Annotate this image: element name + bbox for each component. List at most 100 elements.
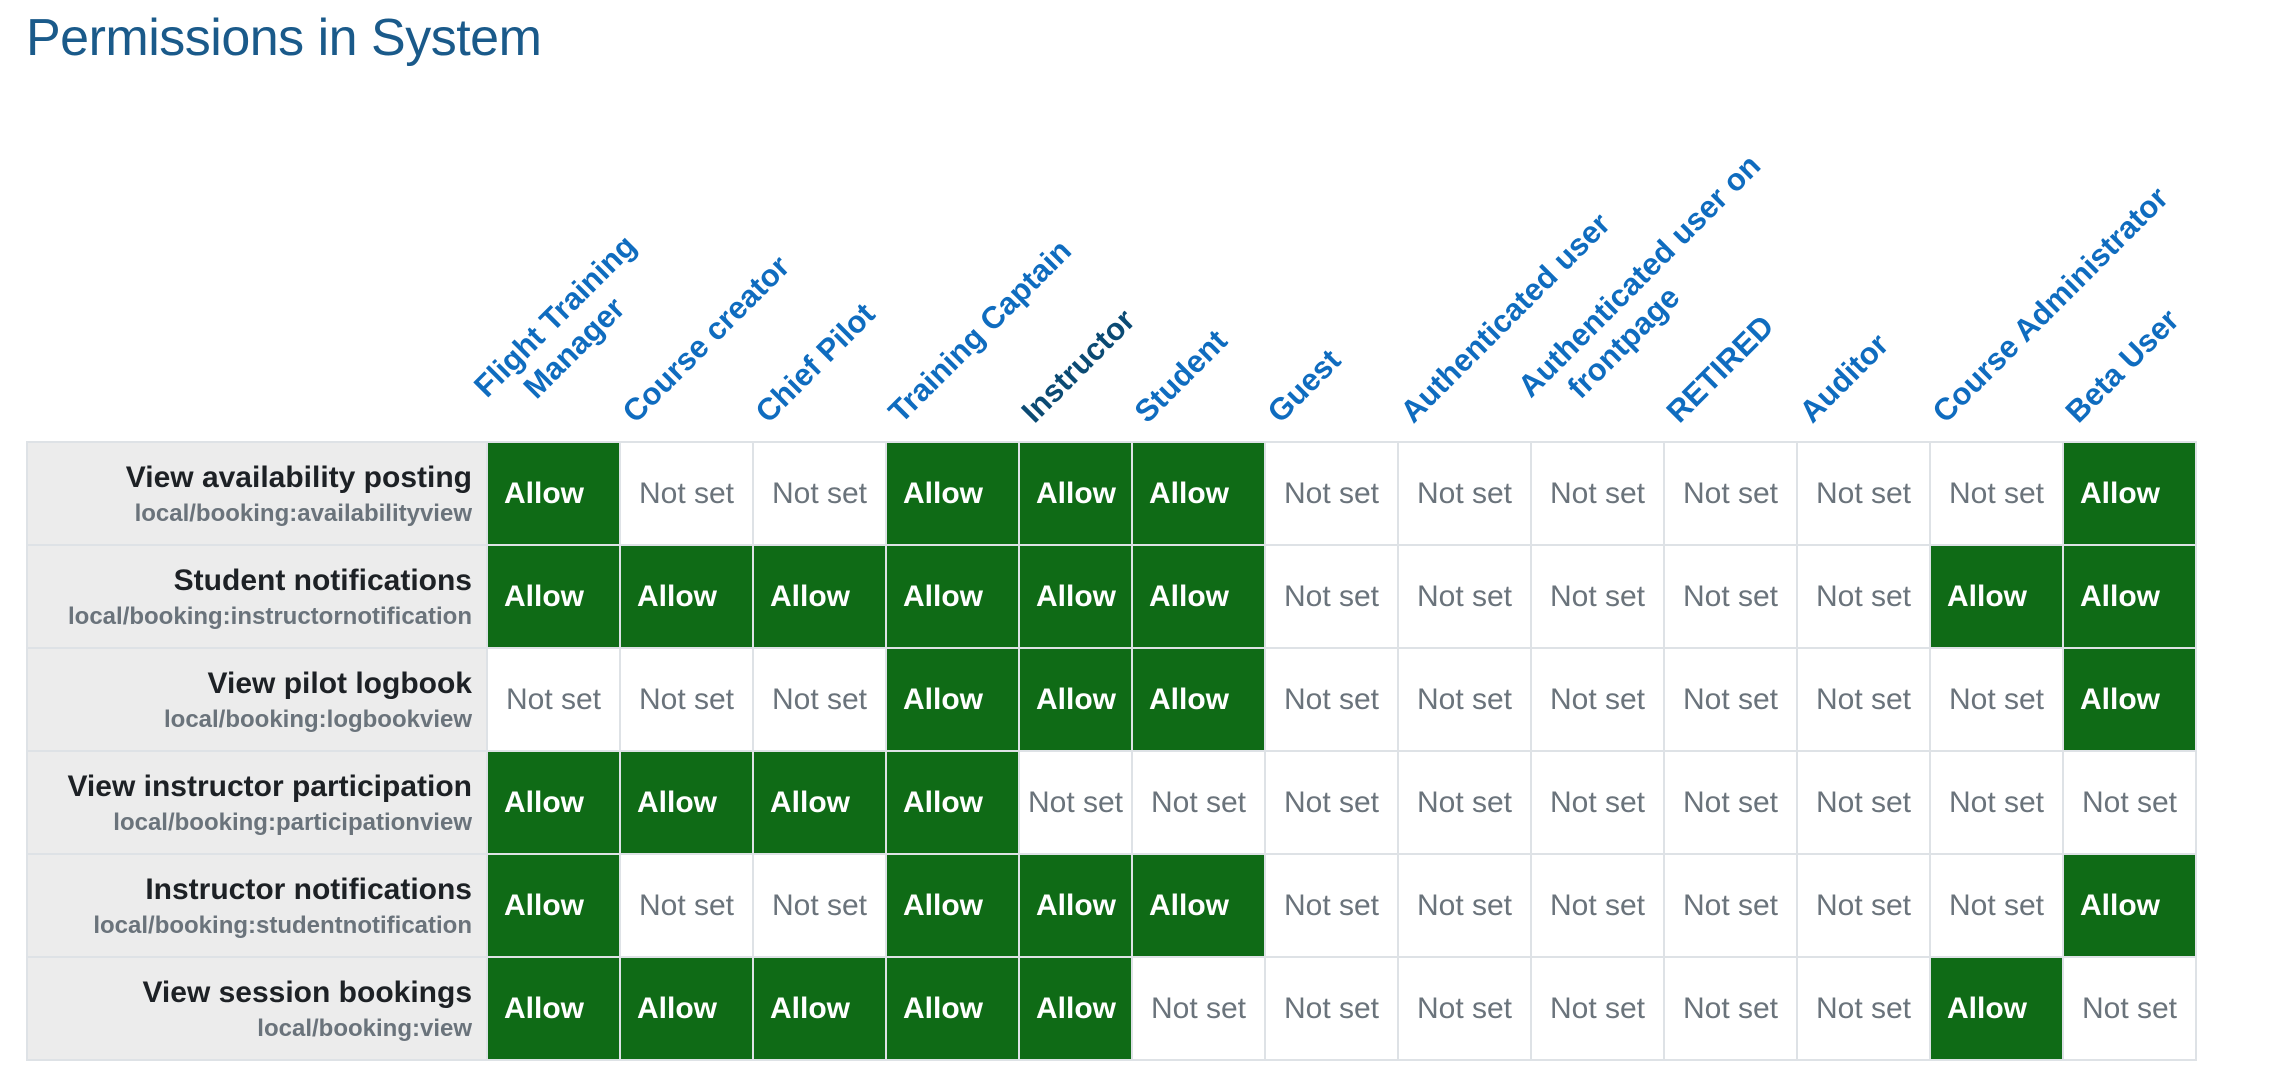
capability-name: View pilot logbook: [207, 666, 472, 700]
permission-notset-cell: Not set: [1929, 441, 2064, 546]
permission-notset-cell: Not set: [1796, 441, 1931, 546]
permission-notset-cell: Not set: [1796, 853, 1931, 958]
permission-notset-cell: Not set: [1663, 853, 1798, 958]
role-header-link[interactable]: Course Administrator: [1926, 180, 2176, 430]
permission-notset-cell: Not set: [486, 647, 621, 752]
permission-allow-cell: Allow: [1131, 544, 1266, 649]
capability-id: local/booking:instructornotification: [68, 602, 472, 630]
permission-allow-cell: Allow: [1131, 441, 1266, 546]
permission-notset-cell: Not set: [619, 853, 754, 958]
capability-id: local/booking:view: [257, 1014, 472, 1042]
permission-notset-cell: Not set: [1530, 956, 1665, 1061]
permission-allow-cell: Allow: [486, 853, 621, 958]
capability-id: local/booking:availabilityview: [134, 499, 472, 527]
permission-notset-cell: Not set: [1663, 544, 1798, 649]
permissions-table: View availability posting local/booking:a…: [26, 441, 2197, 1061]
permission-notset-cell: Not set: [1264, 441, 1399, 546]
permission-notset-cell: Not set: [1530, 647, 1665, 752]
permission-allow-cell: Allow: [486, 956, 621, 1061]
permission-notset-cell: Not set: [1929, 853, 2064, 958]
permission-notset-cell: Not set: [752, 441, 887, 546]
role-header-label: Beta User: [2058, 302, 2186, 430]
permission-allow-cell: Allow: [1018, 441, 1133, 546]
permission-allow-cell: Allow: [885, 750, 1020, 855]
permission-notset-cell: Not set: [2062, 956, 2197, 1061]
capability-row: View availability posting local/booking:a…: [26, 441, 2197, 546]
permission-notset-cell: Not set: [1796, 956, 1931, 1061]
permission-notset-cell: Not set: [1264, 750, 1399, 855]
permission-notset-cell: Not set: [1264, 544, 1399, 649]
permission-allow-cell: Allow: [1929, 956, 2064, 1061]
permission-allow-cell: Allow: [885, 544, 1020, 649]
permission-notset-cell: Not set: [1397, 544, 1532, 649]
role-header-link[interactable]: Chief Pilot: [749, 296, 883, 430]
capability-id: local/booking:logbookview: [163, 705, 472, 733]
capability-row: View pilot logbook local/booking:logbookv…: [26, 647, 2197, 752]
permission-notset-cell: Not set: [1131, 750, 1266, 855]
capability-cell: Instructor notifications local/booking:st…: [26, 853, 488, 958]
role-header-label: Auditor: [1792, 326, 1896, 430]
permission-allow-cell: Allow: [619, 544, 754, 649]
permission-notset-cell: Not set: [1018, 750, 1133, 855]
role-header-label-line2: frontpage: [1560, 279, 1687, 406]
role-header-label: Instructor: [1014, 302, 1142, 430]
page-title: Permissions in System: [26, 9, 542, 67]
permission-allow-cell: Allow: [2062, 647, 2197, 752]
permission-allow-cell: Allow: [2062, 853, 2197, 958]
permission-notset-cell: Not set: [1530, 750, 1665, 855]
capability-row: Instructor notifications local/booking:st…: [26, 853, 2197, 958]
capability-id: local/booking:studentnotification: [93, 911, 472, 939]
role-header-label: Course Administrator: [1925, 180, 2175, 430]
role-header-link[interactable]: Instructor: [1015, 302, 1143, 430]
permission-notset-cell: Not set: [1397, 750, 1532, 855]
capability-name: View availability posting: [125, 460, 472, 494]
permission-notset-cell: Not set: [1796, 647, 1931, 752]
role-header-label: Student: [1127, 322, 1234, 430]
permission-allow-cell: Allow: [885, 956, 1020, 1061]
permission-notset-cell: Not set: [1663, 750, 1798, 855]
permission-notset-cell: Not set: [1530, 441, 1665, 546]
capability-id: local/booking:participationview: [113, 808, 472, 836]
capability-name: View session bookings: [142, 975, 472, 1009]
permission-allow-cell: Allow: [752, 750, 887, 855]
permission-allow-cell: Allow: [619, 750, 754, 855]
permission-notset-cell: Not set: [619, 441, 754, 546]
permission-notset-cell: Not set: [1929, 647, 2064, 752]
permission-allow-cell: Allow: [752, 956, 887, 1061]
role-header-link[interactable]: Beta User: [2059, 302, 2187, 430]
capability-row: View session bookings local/booking:view A…: [26, 956, 2197, 1061]
permission-notset-cell: Not set: [619, 647, 754, 752]
permission-allow-cell: Allow: [1018, 956, 1133, 1061]
capability-cell: View pilot logbook local/booking:logbookv…: [26, 647, 488, 752]
permission-notset-cell: Not set: [1929, 750, 2064, 855]
capability-cell: View instructor participation local/booki…: [26, 750, 488, 855]
role-header-link[interactable]: Guest: [1261, 342, 1349, 430]
permission-allow-cell: Allow: [1131, 647, 1266, 752]
permission-allow-cell: Allow: [1929, 544, 2064, 649]
permission-allow-cell: Allow: [486, 750, 621, 855]
permission-notset-cell: Not set: [1530, 544, 1665, 649]
permission-notset-cell: Not set: [1131, 956, 1266, 1061]
capability-name: Student notifications: [173, 563, 472, 597]
role-header-link[interactable]: RETIRED: [1660, 308, 1782, 430]
permission-notset-cell: Not set: [752, 647, 887, 752]
permission-notset-cell: Not set: [2062, 750, 2197, 855]
permission-allow-cell: Allow: [885, 853, 1020, 958]
role-header-label: RETIRED: [1659, 308, 1781, 430]
permission-notset-cell: Not set: [1663, 647, 1798, 752]
permission-notset-cell: Not set: [1264, 956, 1399, 1061]
capability-cell: Student notifications local/booking:instr…: [26, 544, 488, 649]
permission-notset-cell: Not set: [1397, 441, 1532, 546]
permission-notset-cell: Not set: [1264, 853, 1399, 958]
permission-allow-cell: Allow: [486, 441, 621, 546]
permission-allow-cell: Allow: [1018, 544, 1133, 649]
role-header-link[interactable]: Student: [1128, 323, 1235, 430]
role-header-label: Guest: [1260, 342, 1348, 430]
capability-name: Instructor notifications: [145, 872, 472, 906]
role-header-link[interactable]: Auditor: [1793, 327, 1896, 430]
capability-row: View instructor participation local/booki…: [26, 750, 2197, 855]
permission-allow-cell: Allow: [1018, 853, 1133, 958]
capability-row: Student notifications local/booking:instr…: [26, 544, 2197, 649]
permission-allow-cell: Allow: [2062, 544, 2197, 649]
capability-name: View instructor participation: [67, 769, 472, 803]
